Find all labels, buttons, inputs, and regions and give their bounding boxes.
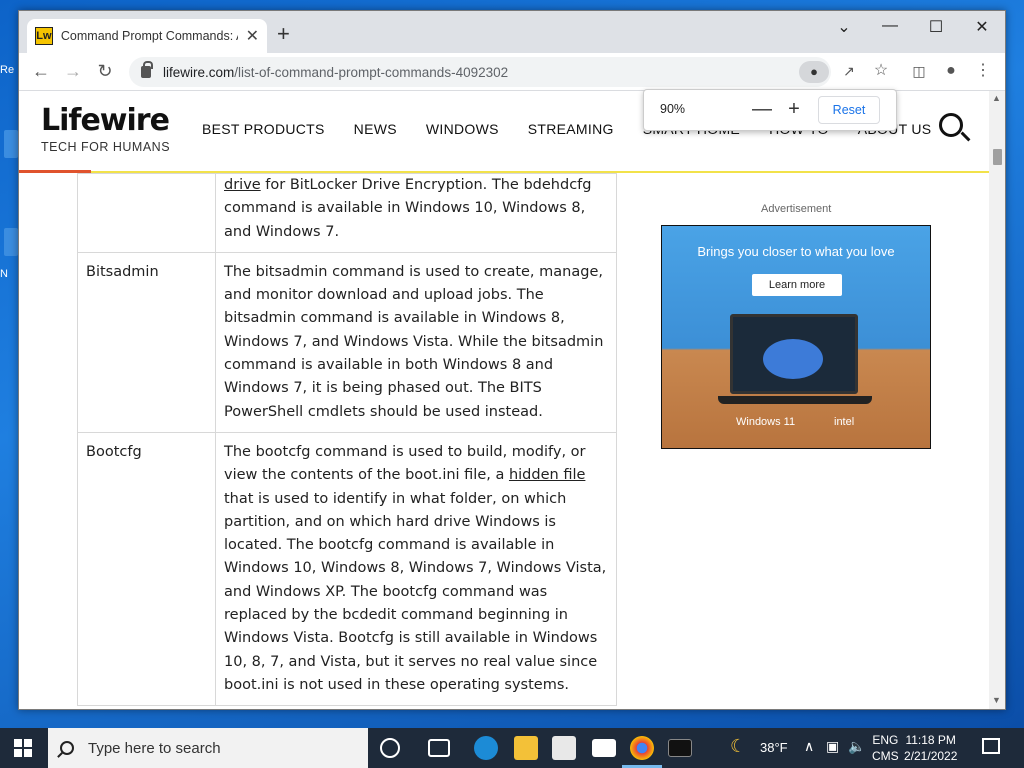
description-cell: drive for BitLocker Drive Encryption. Th… (215, 173, 617, 253)
tray-up-icon[interactable]: ∧ (804, 738, 814, 755)
ad-learn-more-button[interactable]: Learn more (752, 274, 842, 296)
table-row: Bitsadmin The bitsadmin command is used … (77, 251, 617, 433)
maximize-button[interactable]: ☐ (921, 17, 951, 37)
desktop-label-fragment: Re (0, 64, 15, 76)
volume-icon[interactable]: 🔈 (848, 738, 865, 755)
browser-toolbar: ← → ↻ lifewire.com/list-of-command-promp… (19, 53, 1005, 91)
taskbar-search-box[interactable]: Type here to search (48, 728, 368, 768)
page-viewport: Lifewire TECH FOR HUMANS BEST PRODUCTS N… (19, 91, 989, 709)
lock-icon[interactable] (141, 61, 153, 78)
description-text: that is used to identify in what folder,… (224, 490, 607, 693)
command-cell (77, 173, 216, 253)
address-bar[interactable]: lifewire.com/list-of-command-prompt-comm… (129, 57, 831, 87)
table-row: Bootcfg The bootcfg command is used to b… (77, 431, 617, 707)
network-icon[interactable]: ▣ (826, 738, 839, 755)
taskbar-clock[interactable]: 11:18 PM 2/21/2022 (904, 732, 957, 764)
commands-table: drive for BitLocker Drive Encryption. Th… (77, 173, 617, 707)
close-window-button[interactable]: ✕ (967, 17, 997, 37)
command-prompt-icon[interactable] (668, 739, 692, 757)
share-icon[interactable]: ↗ (837, 61, 861, 81)
laptop-base (718, 396, 872, 404)
scroll-thumb[interactable] (993, 149, 1002, 165)
language-indicator[interactable]: ENG CMS (872, 732, 899, 764)
site-logo[interactable]: Lifewire TECH FOR HUMANS (41, 103, 170, 154)
chrome-icon[interactable] (622, 736, 662, 768)
url-host: lifewire.com (163, 64, 235, 80)
laptop-image (730, 314, 858, 394)
description-text: for BitLocker Drive Encryption. The bdeh… (224, 177, 592, 240)
url-path: /list-of-command-prompt-commands-4092302 (234, 64, 509, 80)
page-scrollbar[interactable]: ▲ ▼ (989, 91, 1005, 709)
desktop-label-fragment: N (0, 268, 8, 280)
mail-icon[interactable] (592, 739, 616, 757)
nav-item-best-products[interactable]: BEST PRODUCTS (202, 121, 325, 137)
zoom-icon[interactable]: ● (799, 61, 829, 83)
tab-search-dropdown-icon[interactable]: ⌄ (829, 17, 859, 37)
weather-temp[interactable]: 38°F (760, 740, 788, 755)
command-cell: Bitsadmin (77, 251, 216, 433)
ad-headline: Brings you closer to what you love (697, 244, 895, 259)
browser-window: Lw Command Prompt Commands: A ✕ + ⌄ — ☐ … (18, 10, 1006, 710)
task-view-icon[interactable] (428, 739, 450, 757)
profile-icon[interactable]: ● (939, 61, 963, 81)
nav-item-windows[interactable]: WINDOWS (426, 121, 499, 137)
notification-icon[interactable] (982, 738, 1000, 754)
menu-icon[interactable]: ⋮ (971, 61, 995, 81)
zoom-in-button[interactable]: + (784, 98, 804, 120)
side-panel-icon[interactable]: ◫ (907, 61, 931, 81)
taskbar: Type here to search ☾ 38°F ∧ ▣ 🔈 ENG CMS… (0, 728, 1024, 768)
logo-wordmark: Lifewire (41, 103, 170, 138)
advertisement-banner[interactable]: Brings you closer to what you love Learn… (661, 225, 931, 449)
scroll-down-arrow-icon[interactable]: ▼ (992, 695, 1001, 705)
nav-item-news[interactable]: NEWS (354, 121, 397, 137)
minimize-button[interactable]: — (875, 17, 905, 35)
command-cell: Bootcfg (77, 431, 216, 707)
edge-icon[interactable] (474, 736, 498, 760)
file-explorer-icon[interactable] (514, 736, 538, 760)
zoom-level: 90% (660, 102, 686, 116)
taskbar-search-placeholder: Type here to search (88, 739, 221, 757)
input-method: CMS (872, 749, 899, 763)
drive-link[interactable]: drive (224, 177, 261, 193)
search-icon (60, 741, 74, 755)
start-button[interactable] (14, 739, 32, 757)
description-cell: The bootcfg command is used to build, mo… (215, 431, 617, 707)
zoom-reset-button[interactable]: Reset (818, 96, 880, 124)
table-row: drive for BitLocker Drive Encryption. Th… (77, 173, 617, 253)
store-icon[interactable] (552, 736, 576, 760)
lifewire-favicon-icon: Lw (35, 27, 53, 45)
back-button[interactable]: ← (29, 61, 53, 81)
star-icon[interactable]: ☆ (869, 61, 893, 81)
site-search-icon[interactable] (939, 113, 963, 137)
zoom-popup: 90% — + Reset (643, 89, 897, 131)
clock-time: 11:18 PM (905, 733, 956, 747)
desktop-icon[interactable] (4, 228, 18, 256)
language-code: ENG (872, 733, 899, 747)
logo-tagline: TECH FOR HUMANS (41, 140, 171, 154)
hidden-file-link[interactable]: hidden file (509, 467, 585, 483)
new-tab-button[interactable]: + (277, 23, 290, 45)
description-cell: The bitsadmin command is used to create,… (215, 251, 617, 433)
scroll-up-arrow-icon[interactable]: ▲ (992, 93, 1001, 103)
nav-item-streaming[interactable]: STREAMING (528, 121, 614, 137)
tab-title: Command Prompt Commands: A (60, 29, 238, 43)
clock-date: 2/21/2022 (904, 749, 958, 763)
tab-active[interactable]: Lw Command Prompt Commands: A ✕ (27, 19, 267, 53)
ad-brand-intel: intel (834, 416, 855, 428)
zoom-out-button[interactable]: — (752, 98, 772, 120)
ad-label: Advertisement (761, 203, 832, 215)
reload-button[interactable]: ↻ (93, 61, 117, 81)
desktop-icon[interactable] (4, 130, 18, 158)
cortana-icon[interactable] (380, 738, 400, 758)
ad-brand-windows: Windows 11 (736, 416, 796, 428)
tab-strip: Lw Command Prompt Commands: A ✕ + ⌄ — ☐ … (19, 11, 1005, 53)
weather-moon-icon[interactable]: ☾ (730, 736, 746, 757)
forward-button[interactable]: → (61, 61, 85, 81)
tab-close-icon[interactable]: ✕ (246, 26, 259, 46)
